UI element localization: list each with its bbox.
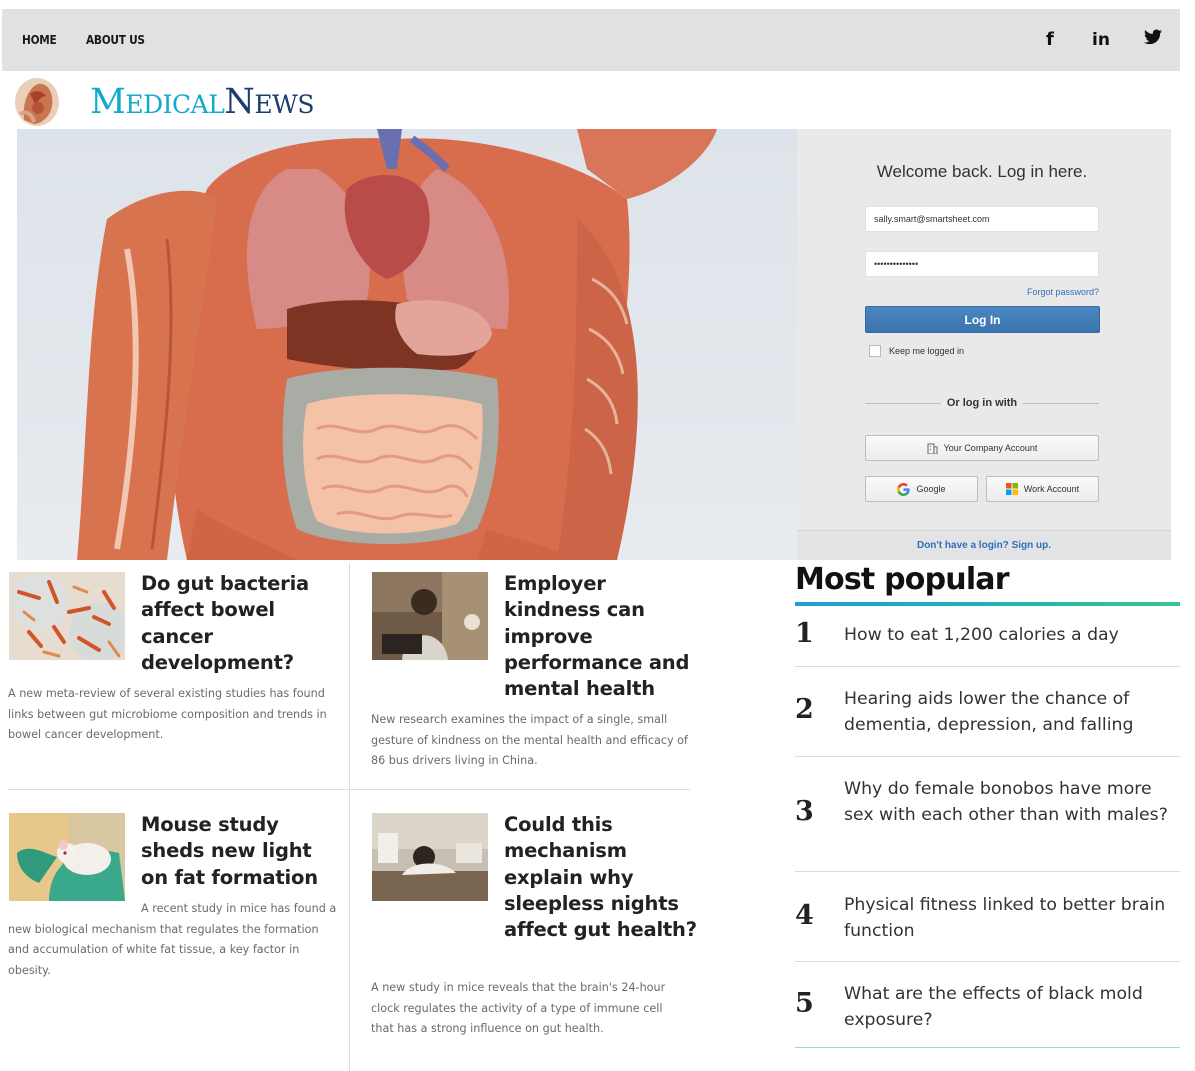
popular-divider	[795, 1047, 1180, 1048]
google-icon	[897, 482, 911, 496]
article-thumbnail-bacteria[interactable]	[9, 572, 125, 660]
popular-item-number: 4	[795, 900, 814, 931]
company-account-label: Your Company Account	[943, 443, 1038, 453]
article-description: A recent study in mice has found a new b…	[8, 902, 337, 977]
popular-item-title[interactable]: Physical fitness linked to better brain …	[844, 893, 1174, 945]
column-divider	[349, 563, 350, 1071]
forgot-password-link[interactable]: Forgot password?	[865, 287, 1099, 297]
popular-item-2[interactable]: 2 Hearing aids lower the chance of demen…	[795, 686, 1180, 756]
logo-text-part1: EDICAL	[125, 90, 225, 119]
popular-item-4[interactable]: 4 Physical fitness linked to better brai…	[795, 892, 1180, 962]
keep-logged-in-checkbox[interactable]	[869, 345, 881, 357]
login-button[interactable]: Log In	[865, 306, 1100, 333]
most-popular-accent-bar	[795, 602, 1180, 606]
twitter-icon[interactable]	[1144, 29, 1162, 50]
popular-item-title[interactable]: How to eat 1,200 calories a day	[844, 623, 1174, 649]
work-account-label: Work Account	[1023, 484, 1080, 494]
popular-item-3[interactable]: 3 Why do female bonobos have more sex wi…	[795, 776, 1180, 871]
nav-home-link[interactable]: HOME	[22, 33, 57, 47]
logo-text-part2: EWS	[254, 90, 314, 119]
building-icon	[927, 442, 938, 454]
logo-text-part1-initial: M	[90, 82, 126, 122]
popular-item-number: 1	[795, 618, 814, 649]
linkedin-icon[interactable]: in	[1092, 30, 1110, 50]
popular-divider	[795, 756, 1180, 757]
company-account-button[interactable]: Your Company Account	[865, 435, 1099, 461]
password-field[interactable]	[865, 251, 1099, 277]
popular-divider	[795, 961, 1180, 962]
popular-item-5[interactable]: 5 What are the effects of black mold exp…	[795, 981, 1180, 1047]
nav-about-link[interactable]: ABOUT US	[86, 33, 145, 47]
google-label: Google	[916, 484, 946, 494]
login-panel: Welcome back. Log in here. Forgot passwo…	[797, 129, 1171, 560]
popular-item-number: 2	[795, 694, 814, 725]
row-divider	[350, 789, 690, 790]
popular-item-title[interactable]: Why do female bonobos have more sex with…	[844, 777, 1174, 829]
article-title[interactable]: Could this mechanism explain why sleeple…	[504, 812, 699, 943]
email-field[interactable]	[865, 206, 1099, 232]
popular-divider	[795, 666, 1180, 667]
login-title: Welcome back. Log in here.	[876, 162, 1088, 181]
popular-item-1[interactable]: 1 How to eat 1,200 calories a day	[795, 618, 1180, 666]
logo-icon[interactable]	[12, 74, 62, 128]
article-description: New research examines the impact of a si…	[371, 713, 688, 767]
article-description: A new study in mice reveals that the bra…	[371, 981, 666, 1035]
popular-item-number: 3	[795, 796, 814, 827]
top-nav: HOME ABOUT US f in	[2, 9, 1180, 71]
article-title[interactable]: Do gut bacteria affect bowel cancer deve…	[141, 571, 341, 676]
article-thumbnail-mouse[interactable]	[9, 813, 125, 901]
article-thumbnail-employer[interactable]	[372, 572, 488, 660]
popular-divider	[795, 871, 1180, 872]
keep-logged-in[interactable]: Keep me logged in	[869, 345, 964, 357]
or-login-with-label: Or log in with	[865, 397, 1099, 409]
article-description: A new meta-review of several existing st…	[8, 687, 327, 741]
facebook-icon[interactable]: f	[1046, 29, 1054, 50]
row-divider	[8, 789, 348, 790]
site-logo[interactable]: MEDICALNEWS	[90, 84, 314, 123]
article-thumbnail-sleep[interactable]	[372, 813, 488, 901]
google-login-button[interactable]: Google	[865, 476, 978, 502]
article-title[interactable]: Mouse study sheds new light on fat forma…	[141, 812, 341, 891]
work-account-button[interactable]: Work Account	[986, 476, 1099, 502]
popular-item-number: 5	[795, 988, 814, 1019]
most-popular-title: Most popular	[795, 562, 1010, 597]
logo-text-part2-initial: N	[224, 82, 255, 122]
article-title[interactable]: Employer kindness can improve performanc…	[504, 571, 699, 702]
hero-anatomy-image	[17, 129, 797, 560]
signup-link[interactable]: Don't have a login? Sign up.	[797, 530, 1171, 560]
microsoft-icon	[1005, 483, 1018, 495]
keep-logged-in-label: Keep me logged in	[889, 346, 965, 356]
popular-item-title[interactable]: What are the effects of black mold expos…	[844, 982, 1174, 1034]
popular-item-title[interactable]: Hearing aids lower the chance of dementi…	[844, 687, 1174, 739]
